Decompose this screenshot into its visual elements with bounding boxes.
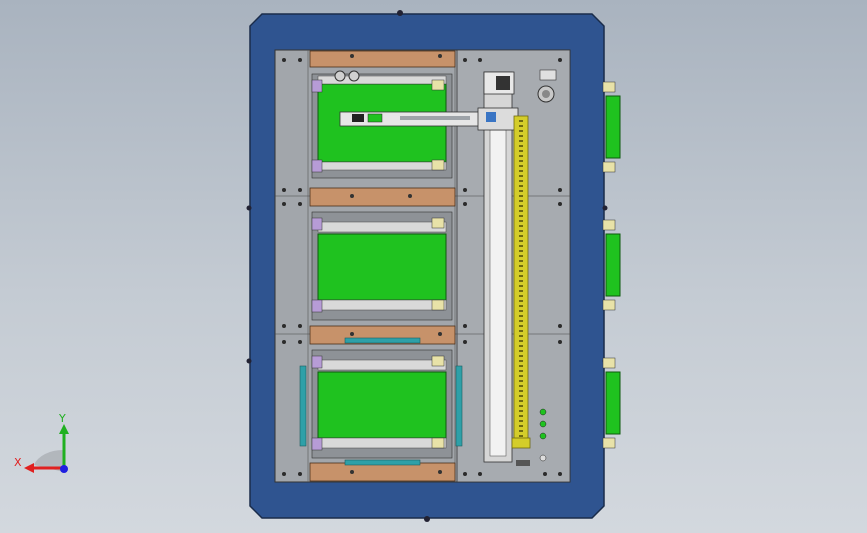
y-axis-label: Y [58, 412, 66, 425]
cad-viewport[interactable] [0, 0, 867, 533]
linear-rail [477, 71, 519, 463]
side-modules [602, 81, 621, 449]
cable-chain [511, 115, 531, 466]
x-axis-label: X [14, 456, 22, 469]
y-axis-arrow [59, 424, 69, 434]
gantry-arm [339, 111, 491, 127]
tray-module-2 [311, 211, 453, 321]
tray-module-3 [299, 337, 463, 466]
x-axis-arrow [24, 463, 34, 473]
z-axis-dot [60, 465, 68, 473]
coordinate-triad: Y X [14, 412, 69, 473]
